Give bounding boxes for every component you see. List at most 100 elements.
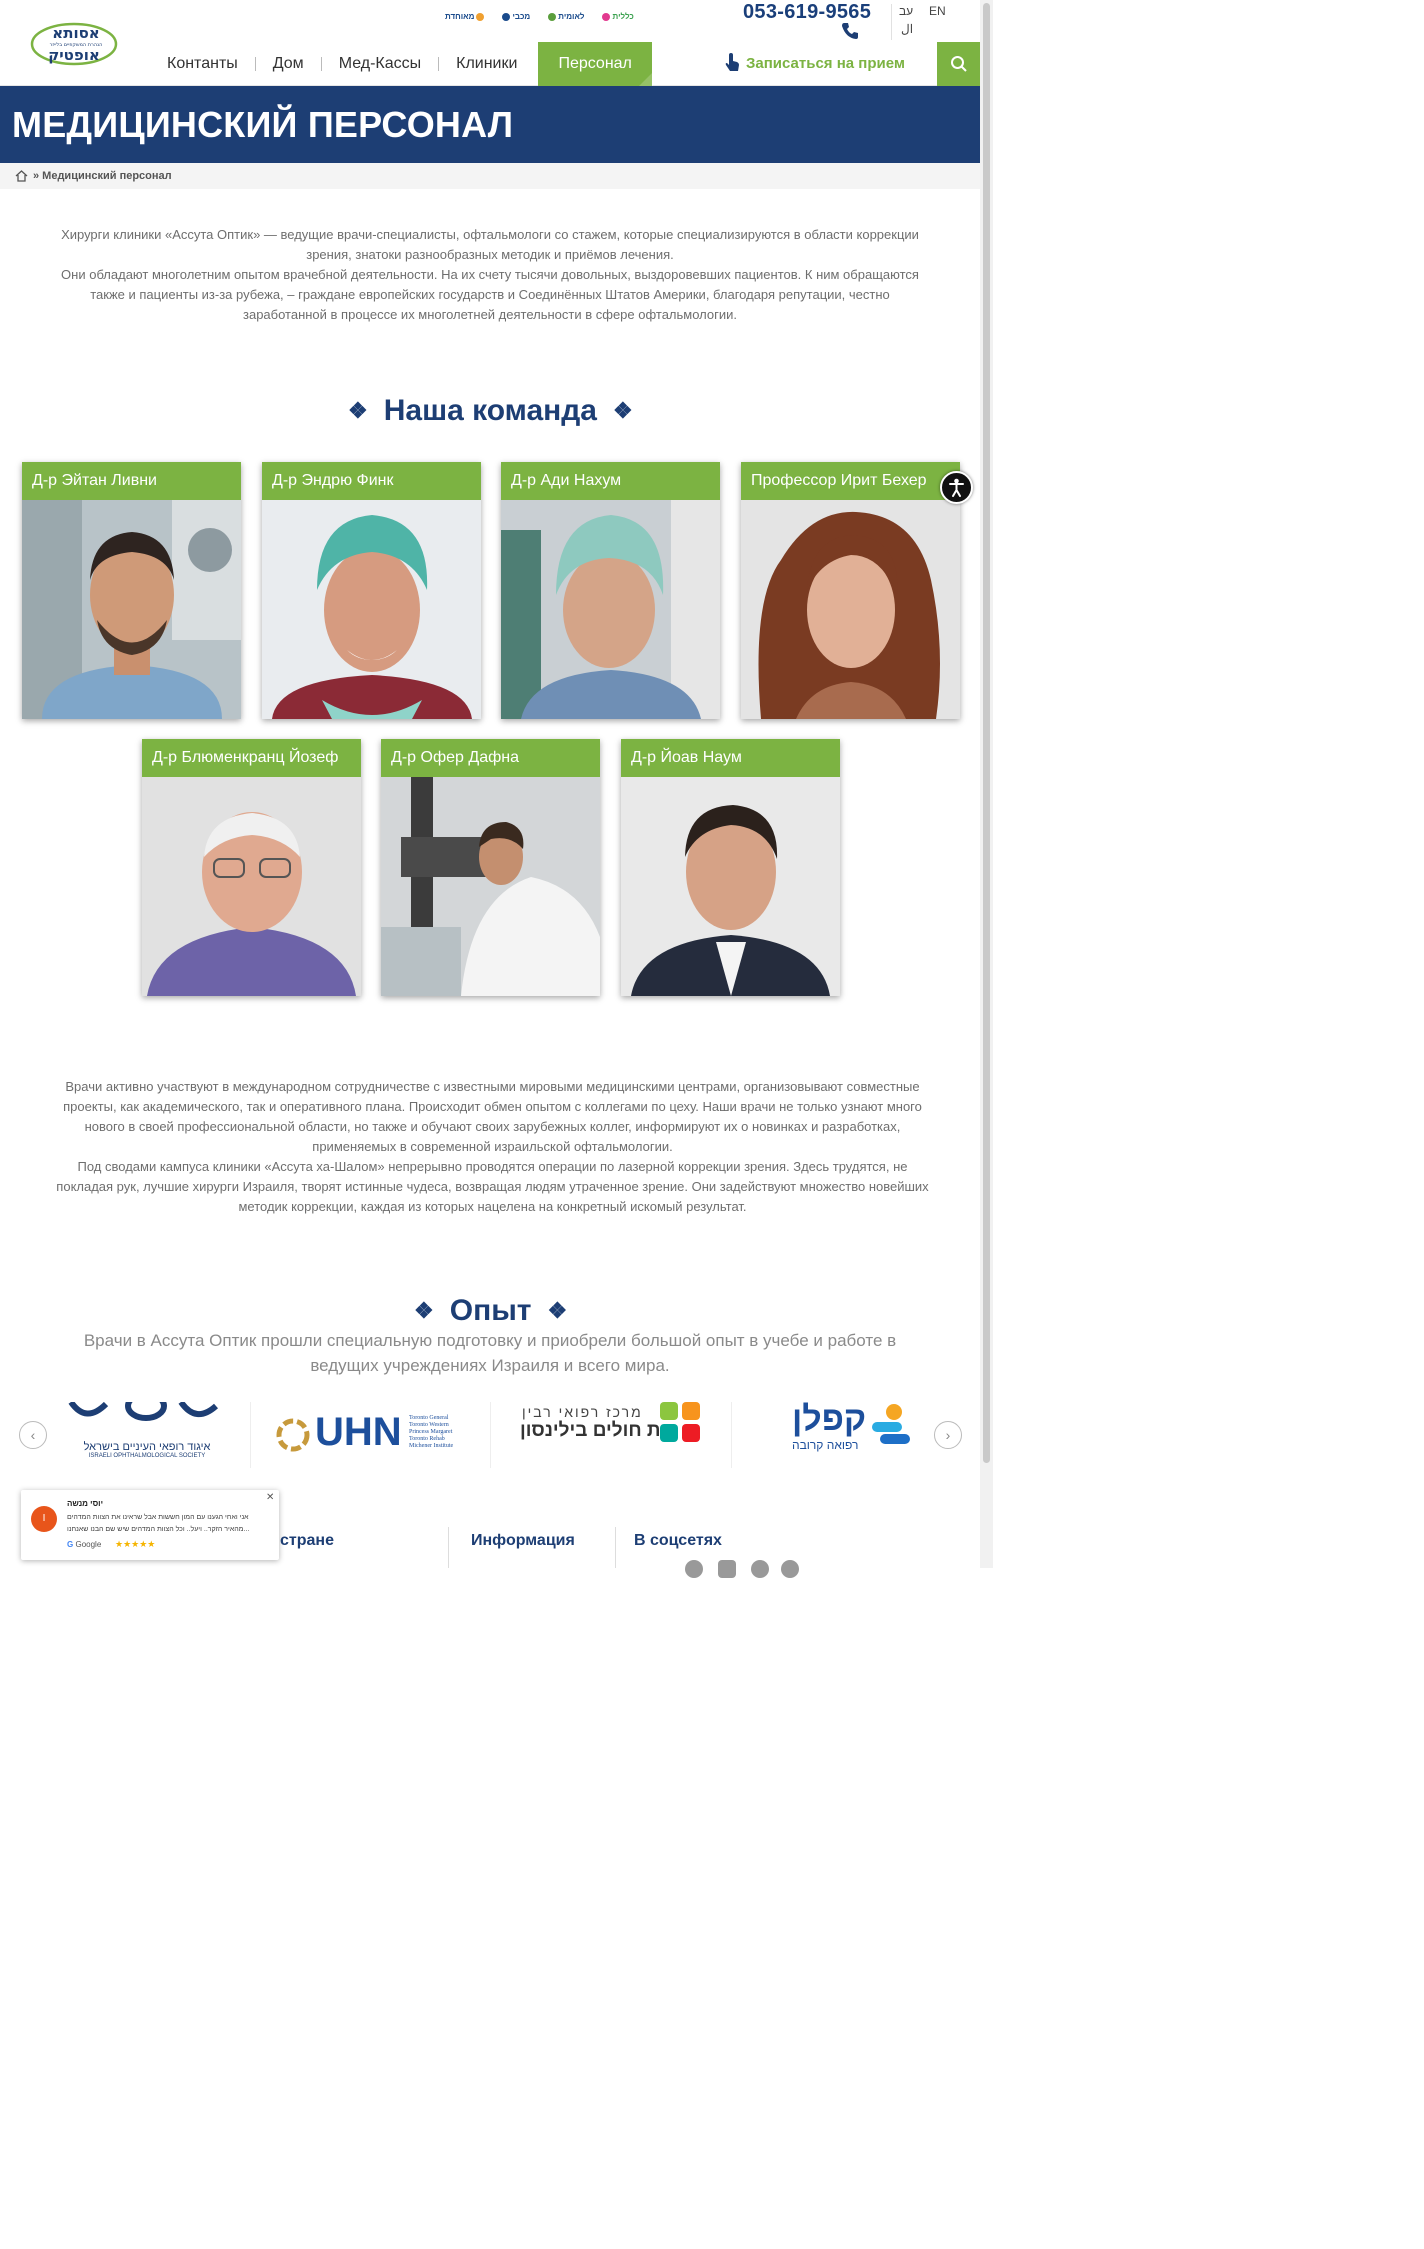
- language-divider: [891, 4, 892, 40]
- footer-divider: [615, 1527, 616, 1568]
- about-text: Врачи активно участвуют в международном …: [55, 1077, 930, 1217]
- uhn-logo[interactable]: UHN Toronto General Toronto Western Prin…: [275, 1410, 470, 1482]
- phone-icon[interactable]: [840, 21, 860, 41]
- lang-arabic[interactable]: ال: [901, 22, 913, 36]
- doctor-card[interactable]: Профессор Ирит Бехер: [741, 462, 960, 719]
- accessibility-button[interactable]: [940, 471, 973, 504]
- doctor-photo: [621, 777, 840, 996]
- lang-hebrew[interactable]: עב: [899, 4, 913, 18]
- partner-logo[interactable]: כללית: [602, 12, 634, 21]
- team-heading: ❖ Наша команда ❖: [348, 394, 633, 428]
- chevron-right-icon: ›: [945, 1427, 951, 1443]
- home-icon[interactable]: [15, 170, 28, 182]
- ornament-icon: ❖: [547, 1298, 568, 1323]
- breadcrumb-current: » Медицинский персонал: [33, 170, 172, 182]
- book-appointment-link[interactable]: Записаться на прием: [724, 53, 905, 73]
- ornament-icon: ❖: [414, 1298, 434, 1323]
- footer-heading-country: стране: [280, 1532, 334, 1549]
- nav-home[interactable]: Дом: [256, 42, 321, 86]
- doctor-photo: [22, 500, 241, 719]
- lang-english[interactable]: EN: [929, 4, 946, 18]
- page-hero: МЕДИЦИНСКИЙ ПЕРСОНАЛ: [0, 86, 980, 163]
- logo-divider: [731, 1402, 732, 1468]
- rabin-bottom-text: בית חולים בילינסון: [520, 1420, 679, 1441]
- kaplan-logo[interactable]: קפלן רפואה קרובה: [790, 1400, 915, 1470]
- kaplan-emblem: [872, 1404, 910, 1444]
- about-paragraph: Врачи активно участвуют в международном …: [63, 1079, 922, 1154]
- health-funds-logos: מאוחדת מכבי לאומית כללית: [445, 12, 634, 21]
- pointer-hand-icon: [725, 53, 739, 71]
- svg-text:אסותא: אסותא: [52, 24, 99, 42]
- google-icon: G: [67, 1540, 74, 1549]
- carousel-prev-button[interactable]: ‹: [19, 1421, 47, 1449]
- about-paragraph: Под сводами кампуса клиники «Ассута ха-Ш…: [56, 1159, 929, 1214]
- search-button[interactable]: [937, 42, 981, 86]
- book-appointment-label: Записаться на прием: [746, 54, 905, 72]
- doctor-name: Д-р Блюменкранц Йозеф: [142, 739, 361, 777]
- youtube-icon[interactable]: [718, 1560, 736, 1578]
- footer-heading-social: В соцсетях: [634, 1532, 722, 1549]
- instagram-icon[interactable]: [751, 1560, 769, 1578]
- doctor-name: Д-р Эндрю Финк: [262, 462, 481, 500]
- doctor-card[interactable]: Д-р Йоав Наум: [621, 739, 840, 996]
- team-title: Наша команда: [383, 394, 597, 427]
- rabin-emblem: [660, 1402, 700, 1442]
- whatsapp-icon[interactable]: [781, 1560, 799, 1578]
- google-review-widget[interactable]: I יוסי מנשה אני ואחי הגענו עם המון חששות…: [21, 1490, 279, 1560]
- review-stars: ★★★★★: [115, 1539, 156, 1549]
- kaplan-wordmark: קפלן: [792, 1400, 867, 1438]
- doctor-card[interactable]: Д-р Офер Дафна: [381, 739, 600, 996]
- doctor-photo: [142, 777, 361, 996]
- review-text: אני ואחי הגענו עם המון חששות אבל שראינו …: [67, 1514, 250, 1533]
- nav-staff[interactable]: Персонал: [538, 42, 654, 86]
- partner-logo[interactable]: מכבי: [502, 12, 530, 21]
- ios-hebrew-name: איגוד רופאי העיניים בישראל: [83, 1441, 211, 1453]
- page-title: МЕДИЦИНСКИЙ ПЕРСОНАЛ: [12, 104, 514, 145]
- nav-clinics[interactable]: Клиники: [439, 42, 534, 86]
- ornament-icon: ❖: [613, 398, 633, 423]
- carousel-next-button[interactable]: ›: [934, 1421, 962, 1449]
- doctor-photo: [501, 500, 720, 719]
- experience-title: Опыт: [449, 1294, 532, 1327]
- experience-heading: ❖ Опыт ❖: [414, 1294, 567, 1328]
- nav-health-funds[interactable]: Мед-Кассы: [322, 42, 438, 86]
- rabin-top-text: מרכז רפואי רבין: [522, 1404, 643, 1420]
- experience-subtitle: Врачи в Ассута Оптик прошли специальную …: [83, 1331, 897, 1375]
- nav-contacts[interactable]: Контанты: [150, 42, 255, 86]
- scrollbar-thumb[interactable]: [983, 3, 990, 1463]
- ios-logo[interactable]: איגוד רופאי העיניים בישראל ISRAELI OPHTH…: [66, 1391, 228, 1472]
- breadcrumb: » Медицинский персонал: [0, 163, 980, 189]
- uhn-hospitals: Toronto General Toronto Western Princess…: [409, 1415, 454, 1449]
- doctor-photo: [741, 500, 960, 719]
- intro-text: Хирурги клиники «Ассута Оптик» — ведущие…: [55, 225, 925, 325]
- doctor-name: Профессор Ирит Бехер: [741, 462, 960, 500]
- doctor-name: Д-р Офер Дафна: [381, 739, 600, 777]
- uhn-wordmark: UHN: [315, 1410, 402, 1454]
- ios-english-name: ISRAELI OPHTHALMOLOGICAL SOCIETY: [88, 1453, 206, 1459]
- ios-emblem: [68, 1391, 219, 1421]
- facebook-icon[interactable]: [685, 1560, 703, 1578]
- rabin-logo[interactable]: מרכז רפואי רבין בית חולים בילינסון: [520, 1402, 705, 1472]
- page-scrollbar[interactable]: [980, 0, 993, 1568]
- uhn-emblem: [276, 1418, 310, 1452]
- accessibility-icon: [949, 478, 964, 497]
- doctor-card[interactable]: Д-р Эндрю Финк: [262, 462, 481, 719]
- partner-logo[interactable]: מאוחדת: [445, 12, 485, 21]
- assuta-optic-logo[interactable]: אסותא הנהרת המשקפיים בלייזר אופטיק: [24, 16, 124, 68]
- site-header: אסותא הנהרת המשקפיים בלייזר אופטיק מאוחד…: [0, 0, 981, 86]
- main-nav: Контанты Дом Мед-Кассы Клиники Персонал: [150, 42, 654, 86]
- logo-divider: [250, 1402, 251, 1468]
- footer-divider: [448, 1527, 449, 1568]
- logo-divider: [490, 1402, 491, 1468]
- reviewer-avatar: I: [31, 1506, 57, 1532]
- doctor-photo: [262, 500, 481, 719]
- doctor-name: Д-р Йоав Наум: [621, 739, 840, 777]
- partner-logo[interactable]: לאומית: [548, 12, 584, 21]
- doctor-card[interactable]: Д-р Эйтан Ливни: [22, 462, 241, 719]
- review-source-label: Google: [75, 1540, 102, 1549]
- close-review-icon[interactable]: ✕: [266, 1492, 274, 1503]
- doctor-photo: [381, 777, 600, 996]
- doctor-name: Д-р Ади Нахум: [501, 462, 720, 500]
- doctor-card[interactable]: Д-р Ади Нахум: [501, 462, 720, 719]
- doctor-card[interactable]: Д-р Блюменкранц Йозеф: [142, 739, 361, 996]
